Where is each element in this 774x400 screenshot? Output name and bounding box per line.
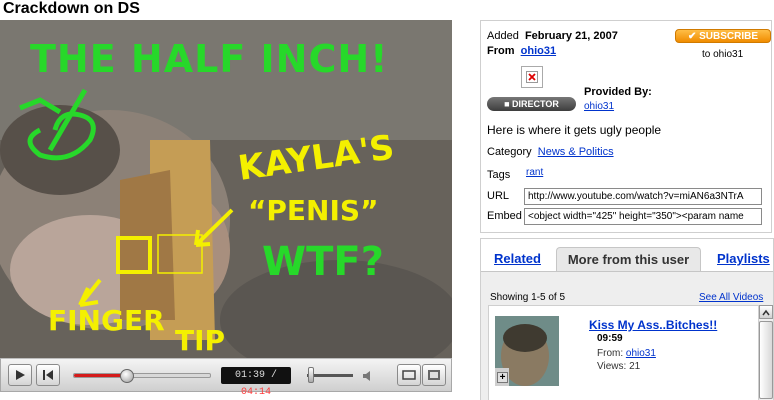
fullscreen-button[interactable] <box>422 364 446 386</box>
size-toggle-button[interactable] <box>397 364 421 386</box>
video-from-label: From: <box>597 348 624 359</box>
video-views-row: Views: 21 <box>597 361 640 372</box>
user-avatar[interactable] <box>521 66 543 88</box>
chevron-up-icon <box>762 309 770 316</box>
director-badge: ■ DIRECTOR <box>487 97 576 111</box>
category-label: Category <box>487 146 532 158</box>
total-time: 04:14 <box>240 387 271 398</box>
video-duration: 09:59 <box>597 333 623 344</box>
tab-playlists[interactable]: Playlists <box>717 247 770 271</box>
added-date: February 21, 2007 <box>524 30 618 42</box>
window-icon <box>402 370 416 380</box>
broken-image-icon <box>526 71 538 83</box>
scroll-thumb[interactable] <box>759 321 773 399</box>
provided-by-label: Provided By: <box>584 86 652 98</box>
time-separator: / <box>265 370 278 381</box>
overlay-finger-text: FINGER <box>48 304 165 337</box>
play-icon <box>16 370 25 380</box>
director-camera-icon: ■ <box>504 99 513 109</box>
current-time: 01:39 <box>234 370 265 381</box>
list-scrollbar[interactable] <box>758 305 773 400</box>
video-views-label: Views: <box>597 361 627 372</box>
skip-back-icon <box>43 370 53 380</box>
scroll-up-button[interactable] <box>759 305 773 319</box>
url-field[interactable]: http://www.youtube.com/watch?v=miAN6a3NT… <box>524 188 762 205</box>
category-link[interactable]: News & Politics <box>538 146 614 158</box>
video-thumbnail[interactable]: + <box>495 316 559 386</box>
subscribe-check-icon: ✔ <box>687 31 700 42</box>
progress-handle[interactable] <box>120 369 135 383</box>
see-all-videos-link[interactable]: See All Videos <box>699 292 763 303</box>
showing-count: Showing 1-5 of 5 <box>490 292 566 303</box>
fullscreen-icon <box>428 370 440 380</box>
add-to-quicklist-icon[interactable]: + <box>497 372 508 383</box>
speaker-icon[interactable] <box>361 369 375 383</box>
progress-bar[interactable] <box>73 369 211 383</box>
url-label: URL <box>487 190 510 202</box>
added-label: Added <box>487 30 519 42</box>
overlay-wtf-text: WTF? <box>262 239 384 285</box>
video-description: Here is where it gets ugly people <box>487 123 662 137</box>
video-from-row: From: ohio31 <box>597 348 656 359</box>
provided-by-link[interactable]: ohio31 <box>584 101 614 112</box>
subscribe-to-text: to ohio31 <box>702 49 744 60</box>
video-title-link[interactable]: Kiss My Ass..Bitches!! <box>589 318 717 332</box>
from-row: From ohio31 <box>487 45 556 57</box>
video-views-count: 21 <box>629 361 641 372</box>
tags-label: Tags <box>487 169 511 181</box>
page-root: Crackdown on DS THE HALF INCH! WTF? KAYL… <box>0 0 774 400</box>
play-button[interactable] <box>8 364 32 386</box>
category-row: Category News & Politics <box>487 146 614 158</box>
from-label: From <box>487 45 515 57</box>
overlay-top-text: THE HALF INCH! <box>30 37 389 81</box>
from-user-link[interactable]: ohio31 <box>521 45 556 57</box>
video-frame: THE HALF INCH! WTF? KAYLA'S “PENIS” FING… <box>0 20 452 358</box>
overlay-tip-text: TIP <box>175 324 225 357</box>
video-info-panel: Added February 21, 2007 From ohio31 ✔ SU… <box>480 20 772 233</box>
tab-related[interactable]: Related <box>494 247 541 271</box>
tag-link[interactable]: rant <box>526 167 543 178</box>
time-display: 01:39 / 04:14 <box>221 367 291 398</box>
player-controls: 01:39 / 04:14 <box>0 358 452 398</box>
video-from-user-link[interactable]: ohio31 <box>626 348 656 359</box>
subscribe-label: SUBSCRIBE <box>699 31 759 42</box>
related-videos-panel: Related More from this user Playlists Sh… <box>480 238 774 400</box>
tab-more-from-user[interactable]: More from this user <box>556 247 701 271</box>
page-title: Crackdown on DS <box>3 0 140 17</box>
director-label: DIRECTOR <box>512 99 559 109</box>
overlay-penis-text: “PENIS” <box>248 194 378 227</box>
added-row: Added February 21, 2007 <box>487 30 618 42</box>
video-player[interactable]: THE HALF INCH! WTF? KAYLA'S “PENIS” FING… <box>0 20 452 358</box>
embed-label: Embed <box>487 210 522 222</box>
subscribe-button[interactable]: ✔ SUBSCRIBE <box>675 29 771 43</box>
rewind-button[interactable] <box>36 364 60 386</box>
embed-field[interactable]: <object width="425" height="350"><param … <box>524 208 762 225</box>
volume-knob[interactable] <box>308 367 314 383</box>
